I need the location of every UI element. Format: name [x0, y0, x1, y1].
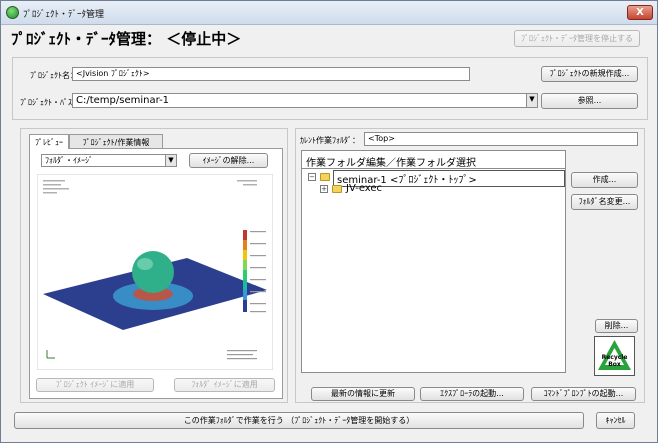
refresh-button[interactable]: 最新の情報に更新	[311, 387, 415, 401]
app-icon	[6, 6, 19, 19]
preview-panel: ﾌﾟﾚﾋﾞｭｰ ﾌﾟﾛｼﾞｪｸﾄ/作業情報 ﾌｫﾙﾀﾞ・ｲﾒｰｼﾞ ▼ ｲﾒｰｼ…	[20, 128, 288, 403]
project-name-field[interactable]: <Jvision ﾌﾟﾛｼﾞｪｸﾄ>	[72, 67, 470, 81]
create-folder-button[interactable]: 作成...	[571, 172, 638, 188]
tree-item-label: JV-exec	[346, 183, 383, 194]
rename-folder-button[interactable]: ﾌｫﾙﾀﾞ名変更...	[571, 194, 638, 210]
recycle-box[interactable]: Recycle Box	[594, 336, 635, 376]
browse-button[interactable]: 参照...	[541, 93, 638, 109]
project-path-label: ﾌﾟﾛｼﾞｪｸﾄ・ﾊﾟｽ：	[20, 98, 80, 107]
new-project-button[interactable]: ﾌﾟﾛｼﾞｪｸﾄの新規作成...	[541, 66, 638, 82]
start-explorer-button[interactable]: ｴｸｽﾌﾟﾛｰﾗの起動...	[420, 387, 524, 401]
tab-preview[interactable]: ﾌﾟﾚﾋﾞｭｰ	[29, 134, 69, 149]
cancel-button[interactable]: ｷｬﾝｾﾙ	[596, 412, 635, 429]
sphere-shape	[132, 251, 174, 293]
chevron-down-icon[interactable]: ▼	[165, 155, 176, 166]
title-bar: ﾌﾟﾛｼﾞｪｸﾄ・ﾃﾞｰﾀ管理 X	[1, 1, 657, 25]
tab-project-info[interactable]: ﾌﾟﾛｼﾞｪｸﾄ/作業情報	[69, 134, 163, 149]
expand-icon[interactable]: +	[320, 185, 328, 193]
tree-item-jv-exec[interactable]: + JV-exec	[302, 183, 565, 195]
preview-tab-content: ﾌｫﾙﾀﾞ・ｲﾒｰｼﾞ ▼ ｲﾒｰｼﾞの解除... ﾌﾟﾛｼﾞｪｸﾄ ｲﾒｰｼﾞ…	[29, 148, 283, 399]
project-section: ﾌﾟﾛｼﾞｪｸﾄ名： <Jvision ﾌﾟﾛｼﾞｪｸﾄ> ﾌﾟﾛｼﾞｪｸﾄの新…	[12, 57, 648, 120]
folder-tree-header: 作業フォルダ編集／作業フォルダ選択	[302, 151, 565, 169]
folder-icon	[332, 185, 342, 193]
project-path-combo[interactable]: C:/temp/seminar-1 ▼	[72, 93, 538, 108]
simulation-preview-image	[37, 174, 273, 370]
start-command-prompt-button[interactable]: ｺﾏﾝﾄﾞﾌﾟﾛﾝﾌﾟﾄの起動...	[531, 387, 636, 401]
collapse-icon[interactable]: −	[308, 173, 316, 181]
window-title: ﾌﾟﾛｼﾞｪｸﾄ・ﾃﾞｰﾀ管理	[23, 10, 105, 20]
page-heading: ﾌﾟﾛｼﾞｪｸﾄ・ﾃﾞｰﾀ管理： ＜停止中＞	[11, 30, 242, 48]
folder-icon	[320, 173, 330, 181]
image-type-combo[interactable]: ﾌｫﾙﾀﾞ・ｲﾒｰｼﾞ ▼	[41, 154, 177, 167]
recycle-box-line1: Recycle	[601, 354, 628, 361]
work-in-folder-button[interactable]: この作業ﾌｫﾙﾀﾞで作業を行う （ﾌﾟﾛｼﾞｪｸﾄ・ﾃﾞｰﾀ管理を開始する）	[14, 412, 584, 429]
project-name-label: ﾌﾟﾛｼﾞｪｸﾄ名：	[30, 71, 78, 80]
current-folder-label: ｶﾚﾝﾄ作業ﾌｫﾙﾀﾞ：	[300, 136, 360, 145]
tree-item-seminar[interactable]: − seminar-1 <ﾌﾟﾛｼﾞｪｸﾄ・ﾄｯﾌﾟ>	[302, 170, 565, 187]
project-data-management-window: ﾌﾟﾛｼﾞｪｸﾄ・ﾃﾞｰﾀ管理 X ﾌﾟﾛｼﾞｪｸﾄ・ﾃﾞｰﾀ管理： ＜停止中＞…	[0, 0, 658, 443]
project-path-value: C:/temp/seminar-1	[76, 95, 170, 106]
folder-panel: ｶﾚﾝﾄ作業ﾌｫﾙﾀﾞ： <Top> 作業フォルダ編集／作業フォルダ選択 − s…	[295, 128, 645, 403]
stop-management-button[interactable]: ﾌﾟﾛｼﾞｪｸﾄ・ﾃﾞｰﾀ管理を停止する	[514, 30, 640, 47]
folder-tree[interactable]: 作業フォルダ編集／作業フォルダ選択 − seminar-1 <ﾌﾟﾛｼﾞｪｸﾄ・…	[301, 150, 566, 373]
delete-button[interactable]: 削除...	[595, 319, 638, 333]
apply-project-image-button[interactable]: ﾌﾟﾛｼﾞｪｸﾄ ｲﾒｰｼﾞに適用	[36, 378, 154, 392]
image-type-value: ﾌｫﾙﾀﾞ・ｲﾒｰｼﾞ	[45, 156, 93, 165]
close-button[interactable]: X	[627, 5, 653, 20]
apply-folder-image-button[interactable]: ﾌｫﾙﾀﾞ ｲﾒｰｼﾞに適用	[174, 378, 275, 392]
current-folder-field[interactable]: <Top>	[364, 132, 638, 146]
release-image-button[interactable]: ｲﾒｰｼﾞの解除...	[189, 153, 268, 168]
recycle-box-line2: Box	[608, 361, 621, 368]
color-legend-bar	[243, 230, 247, 312]
chevron-down-icon[interactable]: ▼	[526, 94, 537, 107]
